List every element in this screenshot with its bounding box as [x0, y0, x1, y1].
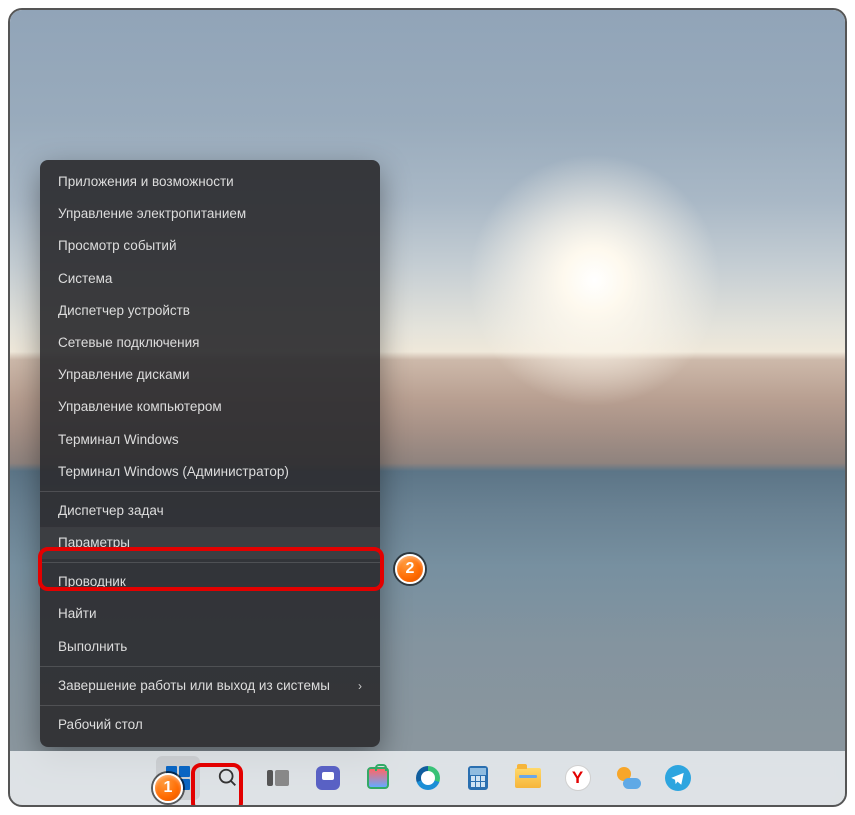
menu-item-task-manager[interactable]: Диспетчер задач: [40, 495, 380, 527]
menu-item-label: Найти: [58, 606, 97, 622]
menu-item-disk-management[interactable]: Управление дисками: [40, 359, 380, 391]
menu-item-label: Сетевые подключения: [58, 335, 200, 351]
taskbar-weather-button[interactable]: [606, 756, 650, 800]
taskbar: Y: [10, 751, 845, 805]
taskbar-file-explorer-button[interactable]: [506, 756, 550, 800]
microsoft-store-icon: [367, 767, 389, 789]
menu-item-power-options[interactable]: Управление электропитанием: [40, 198, 380, 230]
menu-item-label: Параметры: [58, 535, 130, 551]
menu-item-device-manager[interactable]: Диспетчер устройств: [40, 295, 380, 327]
winx-context-menu: Приложения и возможности Управление элек…: [40, 160, 380, 747]
taskbar-search-button[interactable]: [206, 756, 250, 800]
menu-separator: [40, 491, 380, 492]
taskbar-calculator-button[interactable]: [456, 756, 500, 800]
menu-separator: [40, 705, 380, 706]
menu-item-label: Просмотр событий: [58, 238, 177, 254]
menu-item-shutdown-signout[interactable]: Завершение работы или выход из системы ›: [40, 670, 380, 702]
chat-icon: [316, 766, 340, 790]
screenshot-root: Приложения и возможности Управление элек…: [0, 0, 855, 815]
window-frame: Приложения и возможности Управление элек…: [8, 8, 847, 807]
windows-logo-icon: [166, 766, 190, 790]
menu-item-label: Терминал Windows (Администратор): [58, 464, 289, 480]
menu-item-label: Рабочий стол: [58, 717, 143, 733]
menu-separator: [40, 666, 380, 667]
menu-item-label: Терминал Windows: [58, 432, 179, 448]
task-view-icon: [267, 770, 289, 786]
menu-item-system[interactable]: Система: [40, 263, 380, 295]
taskbar-yandex-button[interactable]: Y: [556, 756, 600, 800]
menu-item-label: Завершение работы или выход из системы: [58, 678, 330, 694]
menu-item-run[interactable]: Выполнить: [40, 631, 380, 663]
file-explorer-icon: [515, 768, 541, 788]
menu-item-desktop[interactable]: Рабочий стол: [40, 709, 380, 741]
search-icon: [215, 765, 241, 791]
menu-item-label: Система: [58, 271, 112, 287]
menu-item-file-explorer[interactable]: Проводник: [40, 566, 380, 598]
menu-item-windows-terminal-admin[interactable]: Терминал Windows (Администратор): [40, 456, 380, 488]
menu-item-apps-and-features[interactable]: Приложения и возможности: [40, 166, 380, 198]
menu-item-windows-terminal[interactable]: Терминал Windows: [40, 424, 380, 456]
menu-separator: [40, 562, 380, 563]
menu-item-label: Приложения и возможности: [58, 174, 234, 190]
weather-icon: [615, 765, 641, 791]
start-button[interactable]: [156, 756, 200, 800]
menu-item-search[interactable]: Найти: [40, 598, 380, 630]
taskbar-telegram-button[interactable]: [656, 756, 700, 800]
menu-item-label: Управление компьютером: [58, 399, 222, 415]
menu-item-label: Проводник: [58, 574, 126, 590]
chevron-right-icon: ›: [358, 679, 362, 693]
menu-item-event-viewer[interactable]: Просмотр событий: [40, 230, 380, 262]
taskbar-chat-button[interactable]: [306, 756, 350, 800]
menu-item-label: Управление электропитанием: [58, 206, 246, 222]
menu-item-label: Диспетчер задач: [58, 503, 164, 519]
menu-item-label: Диспетчер устройств: [58, 303, 190, 319]
menu-item-label: Выполнить: [58, 639, 127, 655]
telegram-icon: [665, 765, 691, 791]
taskbar-store-button[interactable]: [356, 756, 400, 800]
menu-item-label: Управление дисками: [58, 367, 190, 383]
edge-icon: [416, 766, 440, 790]
yandex-icon: Y: [565, 765, 591, 791]
menu-item-settings[interactable]: Параметры: [40, 527, 380, 559]
taskbar-task-view-button[interactable]: [256, 756, 300, 800]
menu-item-computer-management[interactable]: Управление компьютером: [40, 391, 380, 423]
calculator-icon: [468, 766, 488, 790]
menu-item-network-connections[interactable]: Сетевые подключения: [40, 327, 380, 359]
taskbar-edge-button[interactable]: [406, 756, 450, 800]
